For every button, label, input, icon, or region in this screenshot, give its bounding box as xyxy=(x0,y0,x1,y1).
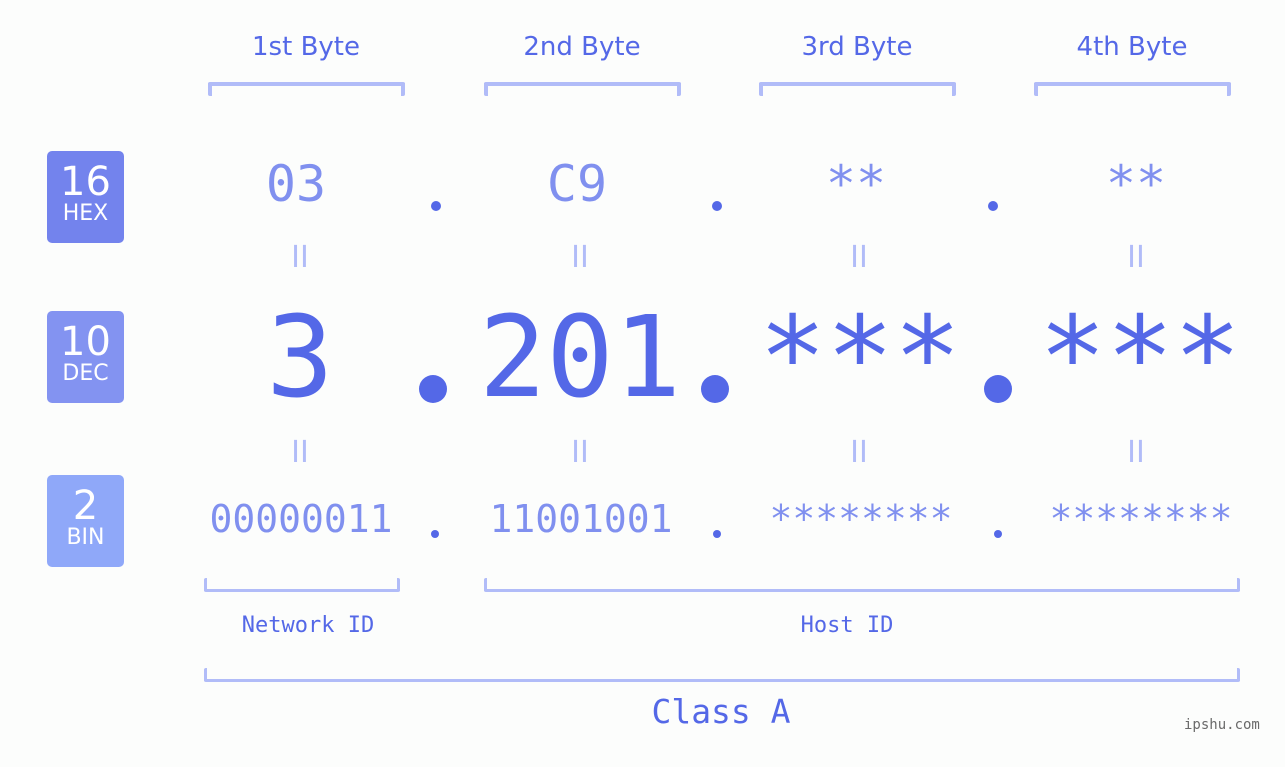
bin-value-2: 11001001 xyxy=(489,497,673,541)
byte-bracket-1 xyxy=(208,82,405,96)
dec-badge-number: 10 xyxy=(60,319,111,365)
host-id-bracket xyxy=(484,578,1240,592)
equals-sign: II xyxy=(291,435,309,470)
byte-bracket-4 xyxy=(1034,82,1231,96)
dec-value-3: *** xyxy=(758,293,962,423)
hex-dot-3 xyxy=(988,201,998,211)
bin-badge: 2 BIN xyxy=(47,475,124,567)
byte-header-1: 1st Byte xyxy=(252,32,360,62)
dec-dot-2 xyxy=(701,375,729,403)
byte-bracket-2 xyxy=(484,82,681,96)
byte-header-2: 2nd Byte xyxy=(523,32,641,62)
equals-sign: II xyxy=(1127,435,1145,470)
byte-header-4: 4th Byte xyxy=(1076,32,1188,62)
dec-value-2: 201 xyxy=(478,293,682,423)
bin-dot-2 xyxy=(713,530,721,538)
hex-value-2: C9 xyxy=(546,155,608,213)
bin-badge-label: BIN xyxy=(66,525,105,550)
network-id-label: Network ID xyxy=(241,613,375,638)
equals-sign: II xyxy=(291,240,309,275)
network-id-bracket xyxy=(204,578,400,592)
dec-value-1: 3 xyxy=(266,293,334,423)
hex-value-1: 03 xyxy=(265,155,327,213)
bin-value-3: ******** xyxy=(769,497,953,541)
bin-value-1: 00000011 xyxy=(209,497,393,541)
dec-value-4: *** xyxy=(1038,293,1242,423)
equals-sign: II xyxy=(1127,240,1145,275)
equals-sign: II xyxy=(850,240,868,275)
hex-value-3: ** xyxy=(825,155,887,213)
bin-dot-1 xyxy=(431,530,439,538)
hex-dot-1 xyxy=(431,201,441,211)
equals-sign: II xyxy=(850,435,868,470)
equals-sign: II xyxy=(571,435,589,470)
dec-badge-label: DEC xyxy=(62,361,109,386)
bin-value-4: ******** xyxy=(1049,497,1233,541)
dec-dot-1 xyxy=(419,375,447,403)
equals-sign: II xyxy=(571,240,589,275)
byte-bracket-3 xyxy=(759,82,956,96)
watermark: ipshu.com xyxy=(1184,717,1260,733)
class-label: Class A xyxy=(651,692,791,731)
bin-badge-number: 2 xyxy=(72,483,99,529)
dec-badge: 10 DEC xyxy=(47,311,124,403)
dec-dot-3 xyxy=(984,375,1012,403)
byte-header-3: 3rd Byte xyxy=(801,32,913,62)
hex-dot-2 xyxy=(712,201,722,211)
class-bracket xyxy=(204,668,1240,682)
host-id-label: Host ID xyxy=(800,613,894,638)
hex-badge-number: 16 xyxy=(60,159,111,205)
bin-dot-3 xyxy=(994,530,1002,538)
hex-value-4: ** xyxy=(1105,155,1167,213)
hex-badge: 16 HEX xyxy=(47,151,124,243)
hex-badge-label: HEX xyxy=(62,201,109,226)
